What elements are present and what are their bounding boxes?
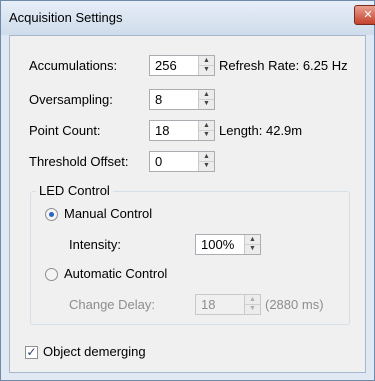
threshold-offset-label: Threshold Offset:	[29, 154, 129, 169]
settings-panel: Accumulations: 256 ▲ ▼ Refresh Rate: 6.2…	[9, 35, 366, 373]
accumulations-spinbox[interactable]: 256 ▲ ▼	[149, 55, 215, 76]
threshold-offset-spin-buttons: ▲ ▼	[198, 152, 214, 171]
spin-down-icon[interactable]: ▼	[199, 99, 214, 108]
change-delay-value: 18	[201, 297, 216, 312]
change-delay-spinbox[interactable]: 18 ▲ ▼	[195, 294, 261, 315]
window-title: Acquisition Settings	[9, 10, 123, 25]
threshold-offset-spinbox[interactable]: 0 ▲ ▼	[149, 151, 215, 172]
intensity-label: Intensity:	[69, 237, 122, 252]
accumulations-value: 256	[155, 58, 177, 73]
intensity-spin-buttons: ▲ ▼	[244, 235, 260, 254]
oversampling-spin-buttons: ▲ ▼	[198, 90, 214, 109]
object-demerging-checkbox[interactable]: ✓	[25, 346, 38, 359]
spin-down-icon[interactable]: ▼	[245, 304, 260, 313]
intensity-spinbox[interactable]: 100% ▲ ▼	[195, 234, 261, 255]
automatic-control-label[interactable]: Automatic Control	[64, 266, 167, 281]
spin-down-icon[interactable]: ▼	[199, 130, 214, 139]
spin-down-icon[interactable]: ▼	[199, 65, 214, 74]
threshold-offset-value: 0	[155, 154, 163, 169]
change-delay-ms-text: (2880 ms)	[265, 297, 324, 312]
oversampling-spinbox[interactable]: 8 ▲ ▼	[149, 89, 215, 110]
manual-control-radio[interactable]	[45, 208, 58, 221]
point-count-label: Point Count:	[29, 123, 101, 138]
point-count-spin-buttons: ▲ ▼	[198, 121, 214, 140]
automatic-control-radio[interactable]	[45, 268, 58, 281]
oversampling-value: 8	[155, 92, 163, 107]
close-icon[interactable]: ✕	[354, 5, 375, 25]
acquisition-settings-window: Acquisition Settings ✕ Accumulations: 25…	[0, 0, 375, 381]
accumulations-label: Accumulations:	[29, 58, 118, 73]
point-count-spinbox[interactable]: 18 ▲ ▼	[149, 120, 215, 141]
title-bar: Acquisition Settings ✕	[1, 1, 375, 35]
object-demerging-label[interactable]: Object demerging	[43, 344, 146, 359]
point-count-value: 18	[155, 123, 170, 138]
spin-down-icon[interactable]: ▼	[245, 244, 260, 253]
accumulations-spin-buttons: ▲ ▼	[198, 56, 214, 75]
change-delay-spin-buttons: ▲ ▼	[244, 295, 260, 314]
change-delay-label: Change Delay:	[69, 297, 155, 312]
oversampling-label: Oversampling:	[29, 92, 113, 107]
manual-control-label[interactable]: Manual Control	[64, 206, 152, 221]
length-text: Length: 42.9m	[219, 123, 303, 138]
refresh-rate-text: Refresh Rate: 6.25 Hz	[219, 58, 348, 73]
intensity-value: 100%	[201, 237, 235, 252]
spin-down-icon[interactable]: ▼	[199, 161, 214, 170]
led-control-title: LED Control	[36, 183, 113, 198]
